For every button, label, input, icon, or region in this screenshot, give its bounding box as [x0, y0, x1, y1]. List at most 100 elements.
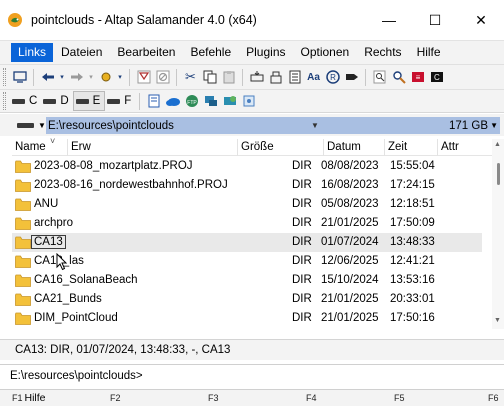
menu-hilfe[interactable]: Hilfe: [410, 43, 448, 62]
plugin-fs-icon[interactable]: [239, 91, 258, 111]
current-path-field[interactable]: E:\resources\pointclouds ▼ 171 GB ▼: [46, 117, 500, 134]
file-time: 17:50:09: [390, 217, 435, 229]
scrollbar-thumb[interactable]: [497, 163, 500, 185]
column-date[interactable]: Datum: [324, 139, 385, 156]
scroll-up-icon[interactable]: ▲: [494, 141, 501, 148]
path-options-icon[interactable]: ▼: [490, 121, 498, 130]
f1-button[interactable]: F1 Hilfe: [12, 392, 46, 404]
filter-off-icon[interactable]: [153, 67, 172, 87]
file-row[interactable]: DIM_PointCloud DIR 21/01/2025 17:50:16: [12, 309, 482, 327]
console-icon[interactable]: C: [427, 67, 446, 87]
search-icon[interactable]: [389, 67, 408, 87]
title-bar: pointclouds - Altap Salamander 4.0 (x64)…: [0, 0, 504, 40]
rename-icon[interactable]: R: [323, 67, 342, 87]
drive-e-button[interactable]: E: [72, 91, 106, 111]
compare-icon[interactable]: ≡: [408, 67, 427, 87]
network-icon[interactable]: [201, 91, 220, 111]
vertical-scrollbar[interactable]: ▲ ▼: [492, 139, 504, 329]
drive-f-button[interactable]: F: [105, 91, 135, 111]
toolbar-grip[interactable]: [3, 68, 6, 86]
sort-arrow-icon: ˅: [50, 136, 56, 146]
file-row[interactable]: ANU DIR 05/08/2023 12:18:51: [12, 195, 482, 214]
column-size[interactable]: Größe: [238, 139, 324, 156]
toolbar-grip[interactable]: [3, 92, 6, 110]
file-size: DIR: [292, 255, 312, 267]
forward-dropdown-icon[interactable]: ▾: [86, 67, 96, 87]
hotpath-dropdown-icon[interactable]: ▾: [115, 67, 125, 87]
file-row[interactable]: 2023-08-08_mozartplatz.PROJ DIR 08/08/2023…: [12, 157, 482, 176]
menu-plugins[interactable]: Plugins: [239, 43, 292, 62]
column-name[interactable]: Name: [12, 139, 68, 156]
drive-dropdown-icon[interactable]: ▼: [38, 121, 46, 130]
hotpath-icon[interactable]: [96, 67, 115, 87]
file-name: DIM_PointCloud: [34, 312, 118, 324]
file-row[interactable]: 2023-08-16_nordewestbahnhof.PROJ DIR 16/08…: [12, 176, 482, 195]
column-ext[interactable]: Erw: [68, 139, 238, 156]
menu-dateien[interactable]: Dateien: [54, 43, 109, 62]
file-row[interactable]: CA13_lasDIR12/06/202512:41:21: [12, 252, 482, 271]
file-name: 2023-08-08_mozartplatz.PROJ: [34, 160, 193, 172]
back-arrow-icon[interactable]: [38, 67, 57, 87]
file-time: 17:24:15: [390, 179, 435, 191]
cut-icon[interactable]: ✂: [181, 67, 200, 87]
network-neighborhood-icon[interactable]: [220, 91, 239, 111]
drive-icon: [12, 98, 25, 104]
ftp-icon[interactable]: FTP: [182, 91, 201, 111]
drive-toolbar: C D E F FTP: [0, 89, 504, 113]
file-name: CA16_SolanaBeach: [34, 274, 138, 286]
file-name: archpro: [34, 217, 73, 229]
column-attr[interactable]: Attr: [438, 139, 492, 156]
connect-network-icon[interactable]: [10, 67, 29, 87]
documents-icon[interactable]: [144, 91, 163, 111]
move-files-icon[interactable]: [266, 67, 285, 87]
drive-d-button[interactable]: D: [41, 91, 72, 111]
file-size: DIR: [292, 312, 312, 324]
paste-icon[interactable]: [219, 67, 238, 87]
file-row[interactable]: CA16_SolanaBeach DIR 15/10/2024 13:53:16: [12, 271, 482, 290]
file-date: 01/07/2024: [321, 236, 379, 248]
column-header: Name ˅ Erw Größe Datum Zeit Attr: [12, 136, 492, 156]
maximize-button[interactable]: ☐: [412, 0, 458, 40]
back-dropdown-icon[interactable]: ▾: [57, 67, 67, 87]
change-case-icon[interactable]: Aa: [304, 67, 323, 87]
file-row[interactable]: archpro DIR 21/01/2025 17:50:09: [12, 214, 482, 233]
file-row[interactable]: CA13 DIR 01/07/2024 13:48:33: [12, 233, 482, 252]
menu-bar: Links Dateien Bearbeiten Befehle Plugins…: [0, 40, 504, 64]
file-row[interactable]: CA21_Bunds DIR 21/01/2025 20:33:01: [12, 290, 482, 309]
properties-icon[interactable]: [285, 67, 304, 87]
close-button[interactable]: ✕: [458, 0, 504, 40]
file-date: 21/01/2025: [321, 217, 379, 229]
f2-button[interactable]: F2: [110, 392, 123, 404]
copy-files-icon[interactable]: [247, 67, 266, 87]
file-date: 15/10/2024: [321, 274, 379, 286]
path-history-dropdown-icon[interactable]: ▼: [311, 121, 319, 130]
find-files-icon[interactable]: [370, 67, 389, 87]
main-toolbar: ▾ ▾ ▾ ✂ Aa R ≡ C: [0, 64, 504, 89]
menu-befehle[interactable]: Befehle: [183, 43, 238, 62]
f4-button[interactable]: F4: [306, 392, 319, 404]
file-list[interactable]: 2023-08-08_mozartplatz.PROJ DIR 08/08/2023…: [12, 157, 492, 327]
file-time: 13:53:16: [390, 274, 435, 286]
menu-links[interactable]: Links: [11, 43, 54, 62]
copy-icon[interactable]: [200, 67, 219, 87]
command-line[interactable]: E:\resources\pointclouds>: [0, 364, 504, 386]
scroll-down-icon[interactable]: ▼: [494, 317, 501, 324]
menu-rechts[interactable]: Rechts: [357, 43, 408, 62]
f3-button[interactable]: F3: [208, 392, 221, 404]
file-date: 05/08/2023: [321, 198, 379, 210]
folder-icon: [15, 217, 31, 230]
current-drive-icon[interactable]: [17, 122, 34, 128]
column-time[interactable]: Zeit: [385, 139, 438, 156]
f6-button[interactable]: F6: [488, 392, 501, 404]
tag-icon[interactable]: [342, 67, 361, 87]
salamander-app-icon[interactable]: [7, 12, 23, 28]
onedrive-icon[interactable]: [163, 91, 182, 111]
drive-icon: [43, 98, 57, 104]
filter-icon[interactable]: [134, 67, 153, 87]
menu-optionen[interactable]: Optionen: [294, 43, 357, 62]
forward-arrow-icon[interactable]: [67, 67, 86, 87]
menu-bearbeiten[interactable]: Bearbeiten: [110, 43, 182, 62]
drive-c-button[interactable]: C: [10, 91, 41, 111]
f5-button[interactable]: F5: [394, 392, 407, 404]
minimize-button[interactable]: —: [366, 0, 412, 40]
